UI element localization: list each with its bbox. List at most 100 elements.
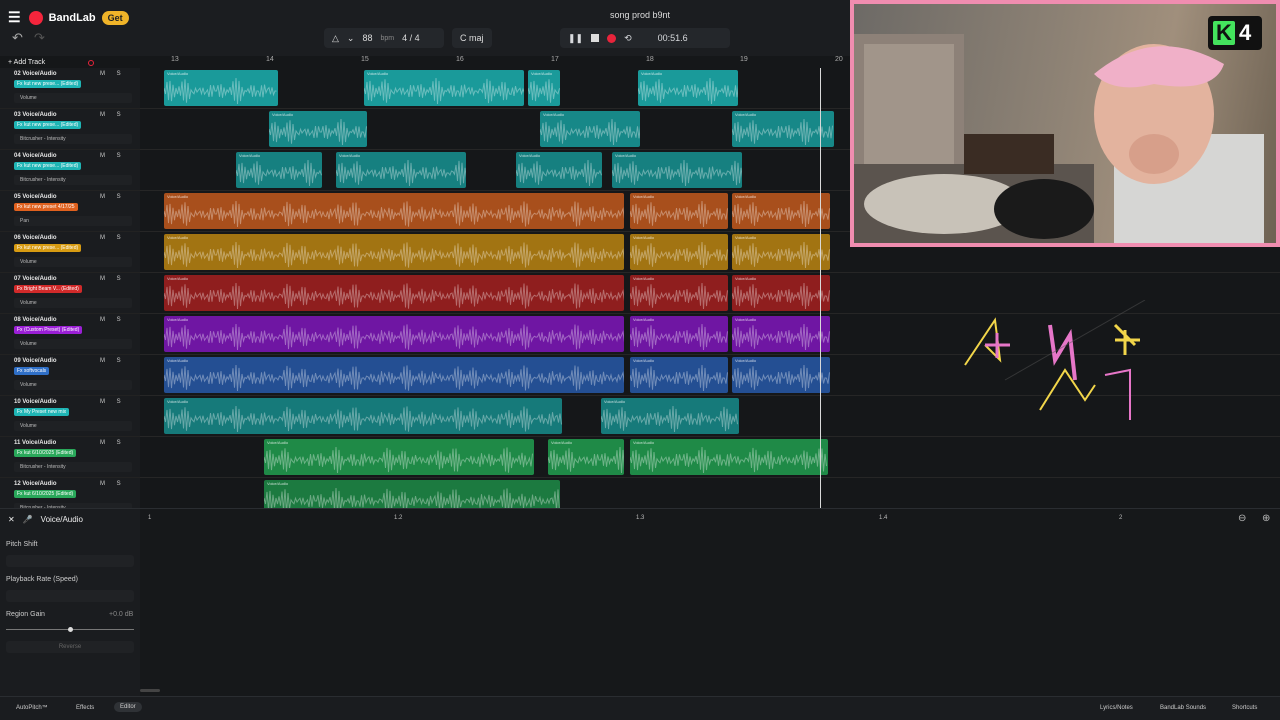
fx-preset-badge[interactable]: Fx kut new prese... (Edited) xyxy=(14,121,82,129)
automation-param-select[interactable]: Volume xyxy=(14,298,132,308)
track-header[interactable]: 05 Voice/Audio M S Fx kut new preset 4/1… xyxy=(0,191,140,232)
track-header[interactable]: 11 Voice/Audio M S Fx kut 6/10/2025 (Edi… xyxy=(0,437,140,478)
audio-clip[interactable]: Voice/Audio xyxy=(630,275,728,311)
audio-clip[interactable]: Voice/Audio xyxy=(264,439,534,475)
audio-clip[interactable]: Voice/Audio xyxy=(732,234,830,270)
audio-clip[interactable]: Voice/Audio xyxy=(336,152,466,188)
audio-clip[interactable]: Voice/Audio xyxy=(732,316,830,352)
audio-clip[interactable]: Voice/Audio xyxy=(164,234,624,270)
slider-handle[interactable] xyxy=(68,627,73,632)
record-icon[interactable] xyxy=(607,33,617,43)
audio-clip[interactable]: Voice/Audio xyxy=(269,111,367,147)
app-logo[interactable]: ☰ BandLab Get xyxy=(8,9,129,26)
audio-clip[interactable]: Voice/Audio xyxy=(236,152,322,188)
automation-param-select[interactable]: Pan xyxy=(14,216,132,226)
region-gain-slider[interactable] xyxy=(6,627,134,632)
fx-preset-badge[interactable]: Fx (Custom Preset) (Edited) xyxy=(14,326,83,334)
add-track-button[interactable]: + Add Track xyxy=(8,59,45,66)
mute-solo-buttons[interactable]: M S xyxy=(100,317,126,323)
audio-clip[interactable]: Voice/Audio xyxy=(548,439,624,475)
fx-preset-badge[interactable]: Fx kut new prese... (Edited) xyxy=(14,244,82,252)
mute-solo-buttons[interactable]: M S xyxy=(100,440,126,446)
song-title[interactable]: song prod b9nt xyxy=(560,10,720,20)
track-name[interactable]: 05 Voice/Audio xyxy=(14,194,57,200)
audio-clip[interactable]: Voice/Audio xyxy=(540,111,640,147)
bpm-value[interactable]: 88 xyxy=(362,33,372,43)
track-header[interactable]: 03 Voice/Audio M S Fx kut new prese... (… xyxy=(0,109,140,150)
timeline-ruler[interactable]: 13 14 15 16 17 18 19 20 xyxy=(140,56,850,68)
stop-icon[interactable] xyxy=(591,34,600,42)
audio-clip[interactable]: Voice/Audio xyxy=(732,275,830,311)
track-header[interactable]: 06 Voice/Audio M S Fx kut new prese... (… xyxy=(0,232,140,273)
mute-solo-buttons[interactable]: M S xyxy=(100,235,126,241)
track-header[interactable]: 10 Voice/Audio M S Fx My Preset new mix … xyxy=(0,396,140,437)
audio-clip[interactable]: Voice/Audio xyxy=(364,70,524,106)
audio-clip[interactable]: Voice/Audio xyxy=(528,70,560,106)
chevron-down-icon[interactable]: ⌄ xyxy=(347,33,355,44)
audio-clip[interactable]: Voice/Audio xyxy=(164,193,624,229)
lyrics-notes-button[interactable]: Lyrics/Notes xyxy=(1100,705,1133,711)
track-name[interactable]: 07 Voice/Audio xyxy=(14,276,57,282)
shortcuts-button[interactable]: Shortcuts xyxy=(1232,705,1257,711)
track-header[interactable]: 09 Voice/Audio M S Fx softvocals Volume xyxy=(0,355,140,396)
get-button[interactable]: Get xyxy=(101,10,129,25)
fx-preset-badge[interactable]: Fx Bright Beam V... (Edited) xyxy=(14,285,82,293)
fx-preset-badge[interactable]: Fx softvocals xyxy=(14,367,50,375)
automation-param-select[interactable]: Bitcrusher - Intensity xyxy=(14,175,132,185)
automation-param-select[interactable]: Bitcrusher - Intensity xyxy=(14,462,132,472)
fx-preset-badge[interactable]: Fx My Preset new mix xyxy=(14,408,70,416)
audio-clip[interactable]: Voice/Audio xyxy=(630,439,828,475)
effects-button[interactable]: Effects xyxy=(76,705,94,711)
close-icon[interactable]: ✕ xyxy=(8,515,15,524)
audio-clip[interactable]: Voice/Audio xyxy=(630,193,728,229)
metronome-icon[interactable]: △ xyxy=(332,33,339,44)
mute-solo-buttons[interactable]: M S xyxy=(100,399,126,405)
mute-solo-buttons[interactable]: M S xyxy=(100,276,126,282)
audio-clip[interactable]: Voice/Audio xyxy=(732,193,830,229)
audio-clip[interactable]: Voice/Audio xyxy=(164,316,624,352)
audio-clip[interactable]: Voice/Audio xyxy=(164,70,278,106)
audio-clip[interactable]: Voice/Audio xyxy=(630,234,728,270)
autopitch-button[interactable]: AutoPitch™ xyxy=(16,705,48,711)
mute-solo-buttons[interactable]: M S xyxy=(100,112,126,118)
zoom-out-icon[interactable]: ⊖ xyxy=(1238,513,1246,524)
track-name[interactable]: 02 Voice/Audio xyxy=(14,71,57,77)
automation-param-select[interactable]: Volume xyxy=(14,93,132,103)
audio-clip[interactable]: Voice/Audio xyxy=(164,275,624,311)
track-name[interactable]: 12 Voice/Audio xyxy=(14,481,57,487)
track-name[interactable]: 11 Voice/Audio xyxy=(14,440,56,446)
track-name[interactable]: 04 Voice/Audio xyxy=(14,153,57,159)
mute-solo-buttons[interactable]: M S xyxy=(100,358,126,364)
fx-preset-badge[interactable]: Fx kut new prese... (Edited) xyxy=(14,162,82,170)
menu-icon[interactable]: ☰ xyxy=(8,9,21,26)
key-value[interactable]: C maj xyxy=(460,33,484,43)
track-name[interactable]: 09 Voice/Audio xyxy=(14,358,57,364)
loop-icon[interactable]: ⟲ xyxy=(624,33,632,44)
reverse-button[interactable]: Reverse xyxy=(6,641,134,653)
fx-preset-badge[interactable]: Fx kut new preset 4/17/25 xyxy=(14,203,78,211)
playback-rate-stepper[interactable] xyxy=(6,590,134,602)
audio-clip[interactable]: Voice/Audio xyxy=(612,152,742,188)
scroll-handle[interactable] xyxy=(140,689,160,692)
redo-icon[interactable]: ↷ xyxy=(34,30,45,46)
track-header[interactable]: 04 Voice/Audio M S Fx kut new prese... (… xyxy=(0,150,140,191)
automation-param-select[interactable]: Volume xyxy=(14,339,132,349)
audio-clip[interactable]: Voice/Audio xyxy=(630,316,728,352)
audio-clip[interactable]: Voice/Audio xyxy=(516,152,602,188)
editor-button[interactable]: Editor xyxy=(114,702,142,712)
automation-param-select[interactable]: Volume xyxy=(14,421,132,431)
playhead[interactable] xyxy=(820,68,821,508)
audio-clip[interactable]: Voice/Audio xyxy=(732,111,834,147)
audio-clip[interactable]: Voice/Audio xyxy=(601,398,739,434)
track-name[interactable]: 08 Voice/Audio xyxy=(14,317,57,323)
mute-solo-buttons[interactable]: M S xyxy=(100,153,126,159)
track-name[interactable]: 10 Voice/Audio xyxy=(14,399,57,405)
automation-param-select[interactable]: Volume xyxy=(14,257,132,267)
fx-preset-badge[interactable]: Fx kut 6/10/2025 (Edited) xyxy=(14,490,77,498)
automation-param-select[interactable]: Volume xyxy=(14,380,132,390)
undo-icon[interactable]: ↶ xyxy=(12,30,23,46)
pitch-shift-stepper[interactable] xyxy=(6,555,134,567)
track-header[interactable]: 08 Voice/Audio M S Fx (Custom Preset) (E… xyxy=(0,314,140,355)
pause-icon[interactable]: ❚❚ xyxy=(568,33,583,44)
time-signature[interactable]: 4 / 4 xyxy=(402,33,420,43)
